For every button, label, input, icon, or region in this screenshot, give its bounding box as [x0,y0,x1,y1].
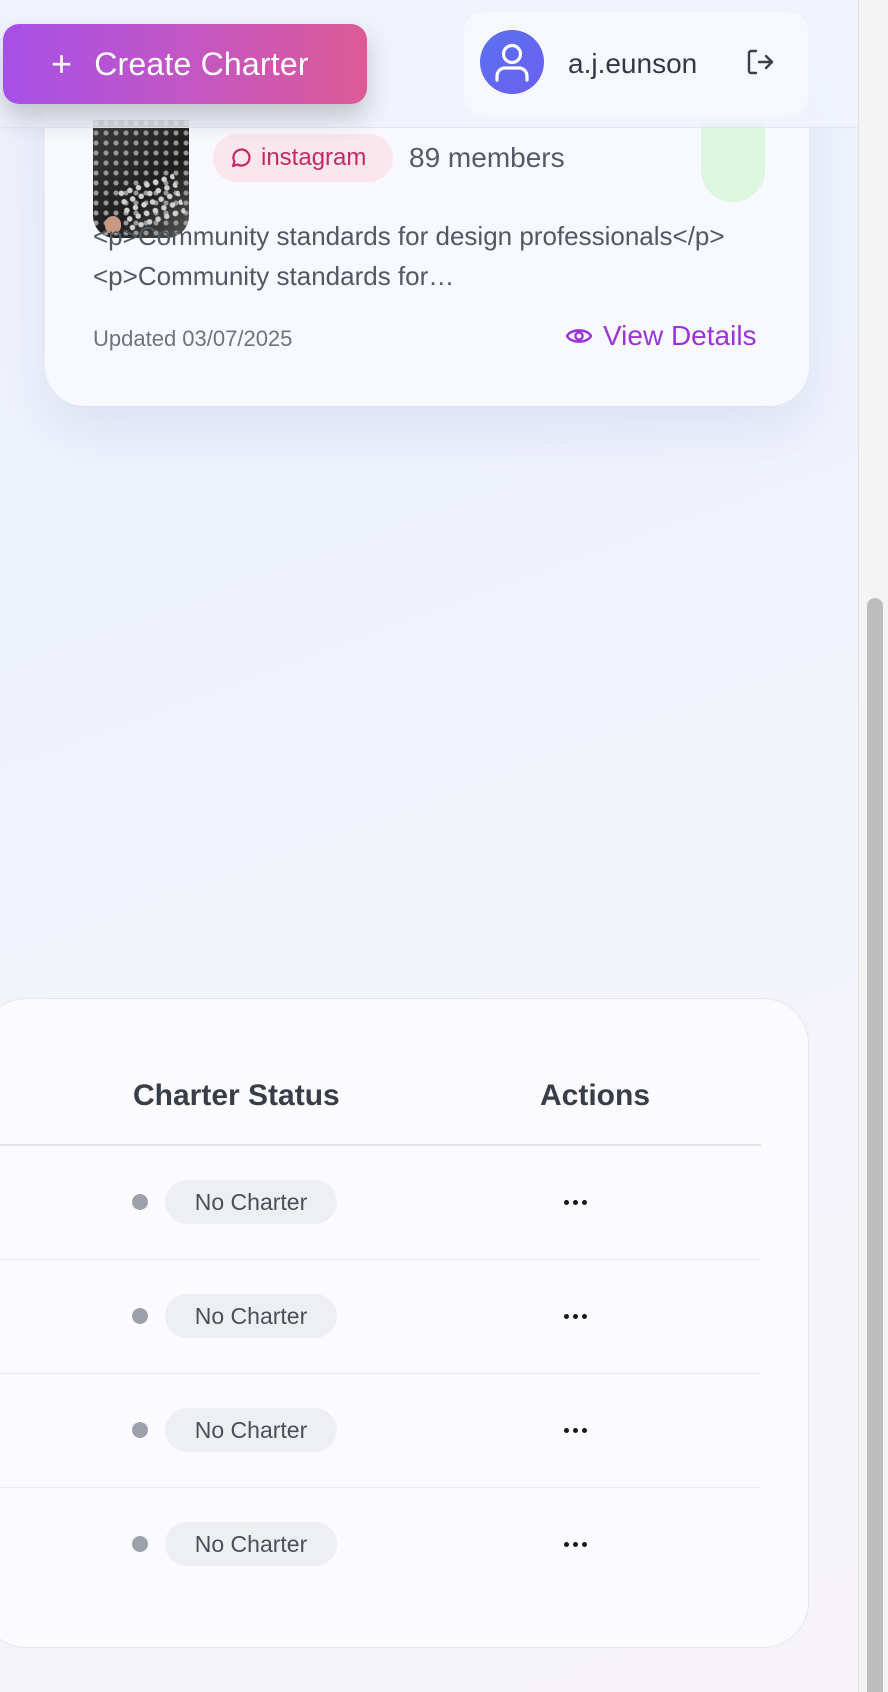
user-menu[interactable]: a.j.eunson [464,12,808,116]
charter-status-badge: No Charter [165,1294,337,1338]
view-details-link[interactable]: View Details [565,320,757,352]
vertical-scrollbar[interactable] [858,0,888,1692]
page: + Create Charter a.j.eunson instagram 89… [0,0,858,1692]
more-actions-icon[interactable] [555,1524,595,1564]
status-dot [132,1308,148,1324]
status-dot [132,1194,148,1210]
table-row: No Charter [0,1488,761,1602]
members-count: 89 members [409,142,565,173]
view-details-label: View Details [603,320,757,351]
platform-badge: instagram [213,134,393,182]
table-row: No Charter [0,1146,761,1260]
charters-table: Charter Status Actions No Charter No Cha… [0,998,809,1648]
table-row: No Charter [0,1374,761,1488]
status-dot [132,1536,148,1552]
more-actions-icon[interactable] [555,1296,595,1336]
table-row: No Charter [0,1260,761,1374]
column-header-actions: Actions [540,1079,651,1112]
more-actions-icon[interactable] [555,1182,595,1222]
scrollbar-thumb[interactable] [867,598,883,1692]
chat-bubble-icon [231,148,251,168]
more-actions-icon[interactable] [555,1410,595,1450]
charter-status-badge: No Charter [165,1180,337,1224]
top-bar: + Create Charter a.j.eunson [0,0,858,128]
user-avatar-icon [480,30,544,94]
username: a.j.eunson [568,48,698,79]
plus-icon: + [51,43,73,84]
column-header-charter-status: Charter Status [133,1079,340,1112]
charter-status-badge: No Charter [165,1408,337,1452]
updated-date: Updated 03/07/2025 [93,326,293,351]
eye-icon [565,329,593,343]
create-charter-button[interactable]: + Create Charter [3,24,367,104]
charter-status-badge: No Charter [165,1522,337,1566]
status-indicator [701,120,765,202]
logout-icon[interactable] [742,44,778,80]
charter-description: <p>Community standards for design profes… [93,221,725,291]
create-charter-label: Create Charter [94,45,309,82]
status-dot [132,1422,148,1438]
platform-name: instagram [261,144,367,171]
